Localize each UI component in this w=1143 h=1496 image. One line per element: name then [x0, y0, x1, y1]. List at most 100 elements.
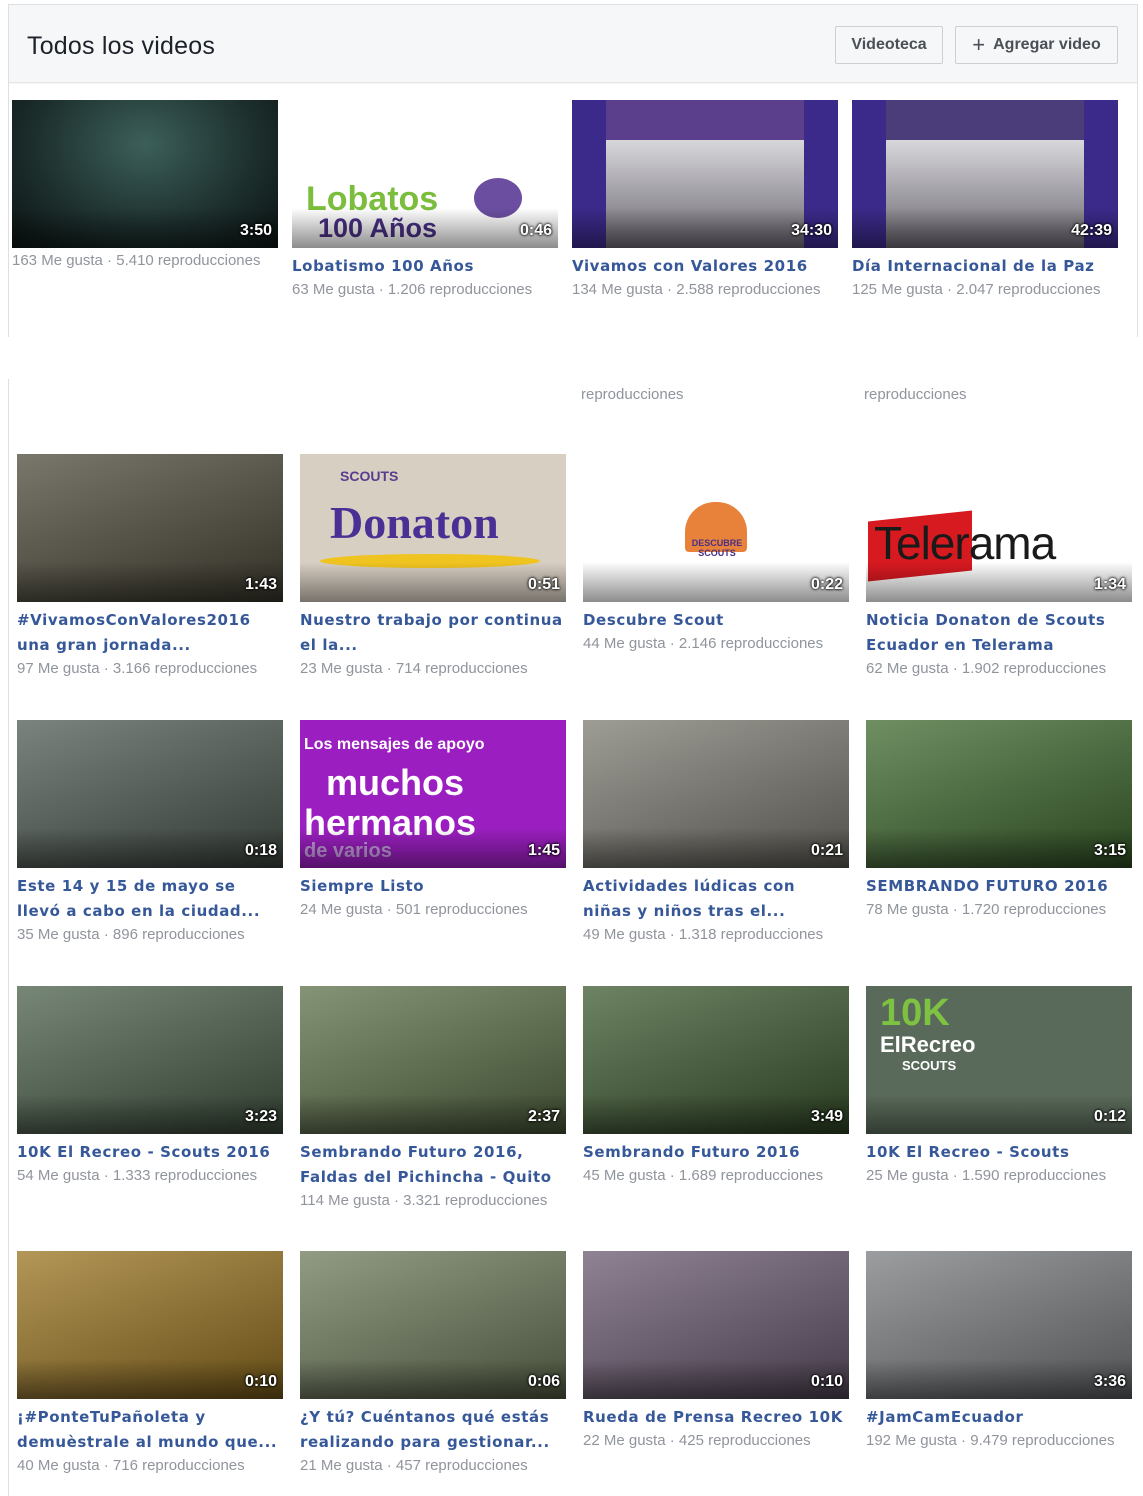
- video-card: 34:30 Vivamos con Valores 2016 134 Me gust…: [572, 100, 838, 300]
- video-card: 10K ElRecreo SCOUTS 0:12 10K El Recreo - Sco…: [866, 986, 1132, 1186]
- video-thumbnail[interactable]: 10K ElRecreo SCOUTS 0:12: [866, 986, 1132, 1134]
- video-thumbnail[interactable]: 3:50: [12, 100, 278, 248]
- video-thumbnail[interactable]: 34:30: [572, 100, 838, 248]
- thumbnail-shade: [583, 828, 849, 868]
- video-title-link[interactable]: Nuestro trabajo por continua el la...: [300, 608, 566, 658]
- video-duration: 0:12: [1093, 1108, 1126, 1125]
- video-thumbnail[interactable]: 0:06: [300, 1251, 566, 1399]
- video-card: 3:23 10K El Recreo - Scouts 2016 54 Me gus…: [17, 986, 283, 1186]
- thumbnail-shade: [17, 1359, 283, 1399]
- video-thumbnail[interactable]: 3:15: [866, 720, 1132, 868]
- video-title-link[interactable]: ¡#PonteTuPañoleta y demuèstrale al mundo…: [17, 1405, 283, 1455]
- video-duration: 2:37: [527, 1108, 560, 1125]
- thumbnail-shade: [583, 1359, 849, 1399]
- descubre-scouts-label: DESCUBRE SCOUTS: [691, 538, 743, 558]
- video-card: 3:49 Sembrando Futuro 2016 45 Me gusta · 1…: [583, 986, 849, 1186]
- video-thumbnail[interactable]: Lobatos100 Años0:46: [292, 100, 558, 248]
- video-thumbnail[interactable]: 3:49: [583, 986, 849, 1134]
- video-duration: 1:43: [244, 576, 277, 593]
- video-duration: 0:21: [810, 842, 843, 859]
- video-thumbnail[interactable]: 42:39: [852, 100, 1118, 248]
- thumbnail-shade: [866, 562, 1132, 602]
- video-title-link[interactable]: Noticia Donaton de Scouts Ecuador en Tel…: [866, 608, 1132, 658]
- video-stats: 25 Me gusta · 1.590 reproducciones: [866, 1167, 1107, 1184]
- video-title-link[interactable]: Rueda de Prensa Recreo 10K: [583, 1405, 849, 1430]
- video-thumbnail[interactable]: 0:21: [583, 720, 849, 868]
- video-title-link[interactable]: Día Internacional de la Paz: [852, 254, 1118, 279]
- video-title-link[interactable]: SEMBRANDO FUTURO 2016: [866, 874, 1132, 899]
- video-duration: 0:46: [519, 222, 552, 239]
- page-title: Todos los videos: [27, 32, 216, 60]
- screenshot-gap: [0, 337, 1143, 379]
- video-thumbnail[interactable]: 0:18: [17, 720, 283, 868]
- donaton-scouts-label: SCOUTS: [340, 468, 399, 484]
- video-stats: 23 Me gusta · 714 reproducciones: [300, 660, 528, 677]
- thumbnail-shade: [866, 828, 1132, 868]
- thumbnail-shade: [292, 208, 558, 248]
- video-title-link[interactable]: Lobatismo 100 Años: [292, 254, 558, 279]
- video-card: DESCUBRE SCOUTS 0:22 Descubre Scout 44 Me g…: [583, 454, 849, 654]
- video-stats: 114 Me gusta · 3.321 reproducciones: [300, 1192, 548, 1209]
- video-card: Lobatos100 Años0:46 Lobatismo 100 Años 63 …: [292, 100, 558, 300]
- videoteca-label: Videoteca: [851, 36, 927, 53]
- add-video-button[interactable]: + Agregar video: [955, 26, 1118, 64]
- thumbnail-shade: [866, 1359, 1132, 1399]
- thumb-small-text: Los mensajes de apoyo: [304, 736, 485, 753]
- race-elrecreo-text: ElRecreo: [880, 1032, 976, 1057]
- video-thumbnail[interactable]: Los mensajes de apoyomuchoshermanosde va…: [300, 720, 566, 868]
- video-title-link[interactable]: 10K El Recreo - Scouts 2016: [17, 1140, 283, 1165]
- video-title-link[interactable]: Vivamos con Valores 2016: [572, 254, 838, 279]
- plus-icon: +: [972, 32, 986, 57]
- video-duration: 34:30: [791, 222, 832, 239]
- video-duration: 0:06: [527, 1373, 560, 1390]
- video-title-link[interactable]: #JamCamEcuador: [866, 1405, 1132, 1430]
- video-thumbnail[interactable]: DESCUBRE SCOUTS 0:22: [583, 454, 849, 602]
- video-card: 0:18 Este 14 y 15 de mayo se llevó a cabo…: [17, 720, 283, 945]
- video-title-link[interactable]: Este 14 y 15 de mayo se llevó a cabo en …: [17, 874, 283, 924]
- video-thumbnail[interactable]: 1:43: [17, 454, 283, 602]
- videoteca-button[interactable]: Videoteca: [835, 26, 943, 64]
- video-stats: 163 Me gusta · 5.410 reproducciones: [12, 252, 261, 269]
- video-stats: 49 Me gusta · 1.318 reproducciones: [583, 926, 824, 943]
- thumbnail-shade: [17, 562, 283, 602]
- video-stats: 22 Me gusta · 425 reproducciones: [583, 1432, 811, 1449]
- video-thumbnail[interactable]: 0:10: [17, 1251, 283, 1399]
- thumbnail-shade: [583, 1094, 849, 1134]
- video-duration: 0:22: [810, 576, 843, 593]
- video-card: 3:15 SEMBRANDO FUTURO 2016 78 Me gusta · 1…: [866, 720, 1132, 920]
- video-title-link[interactable]: Sembrando Futuro 2016, Faldas del Pichin…: [300, 1140, 566, 1190]
- video-title-link[interactable]: Descubre Scout: [583, 608, 849, 633]
- thumbnail-shade: [17, 1094, 283, 1134]
- cut-meta-3: reproducciones: [864, 386, 967, 403]
- video-duration: 0:51: [527, 576, 560, 593]
- video-thumbnail[interactable]: 3:36: [866, 1251, 1132, 1399]
- video-title-link[interactable]: Siempre Listo: [300, 874, 566, 899]
- video-thumbnail[interactable]: 3:23: [17, 986, 283, 1134]
- video-stats: 134 Me gusta · 2.588 reproducciones: [572, 281, 821, 298]
- video-duration: 3:36: [1093, 1373, 1126, 1390]
- thumbnail-shade: [17, 828, 283, 868]
- video-title-link[interactable]: 10K El Recreo - Scouts: [866, 1140, 1132, 1165]
- video-title-link[interactable]: ¿Y tú? Cuéntanos qué estás realizando pa…: [300, 1405, 566, 1455]
- video-card: 3:50 163 Me gusta · 5.410 reproducciones: [12, 100, 278, 271]
- video-stats: 192 Me gusta · 9.479 reproducciones: [866, 1432, 1115, 1449]
- video-title-link[interactable]: #VivamosConValores2016 una gran jornada.…: [17, 608, 283, 658]
- video-card: 0:10 Rueda de Prensa Recreo 10K 22 Me gust…: [583, 1251, 849, 1451]
- thumbnail-shade: [866, 1094, 1132, 1134]
- thumb-big-text: muchos: [326, 762, 465, 803]
- video-title-link[interactable]: Actividades lúdicas con niñas y niños tr…: [583, 874, 849, 924]
- video-stats: 62 Me gusta · 1.902 reproducciones: [866, 660, 1107, 677]
- video-card: Telerama 1:34 Noticia Donaton de Scouts Ec…: [866, 454, 1132, 679]
- video-card: 0:06 ¿Y tú? Cuéntanos qué estás realizand…: [300, 1251, 566, 1476]
- thumbnail-shade: [583, 562, 849, 602]
- video-duration: 0:10: [244, 1373, 277, 1390]
- thumbnail-shade: [300, 562, 566, 602]
- video-title-link[interactable]: Sembrando Futuro 2016: [583, 1140, 849, 1165]
- video-thumbnail[interactable]: Telerama 1:34: [866, 454, 1132, 602]
- video-thumbnail[interactable]: 0:10: [583, 1251, 849, 1399]
- video-stats: 44 Me gusta · 2.146 reproducciones: [583, 635, 824, 652]
- video-card: 3:36 #JamCamEcuador 192 Me gusta · 9.479 r…: [866, 1251, 1132, 1451]
- video-thumbnail[interactable]: SCOUTS Donaton 0:51: [300, 454, 566, 602]
- video-thumbnail[interactable]: 2:37: [300, 986, 566, 1134]
- video-duration: 0:18: [244, 842, 277, 859]
